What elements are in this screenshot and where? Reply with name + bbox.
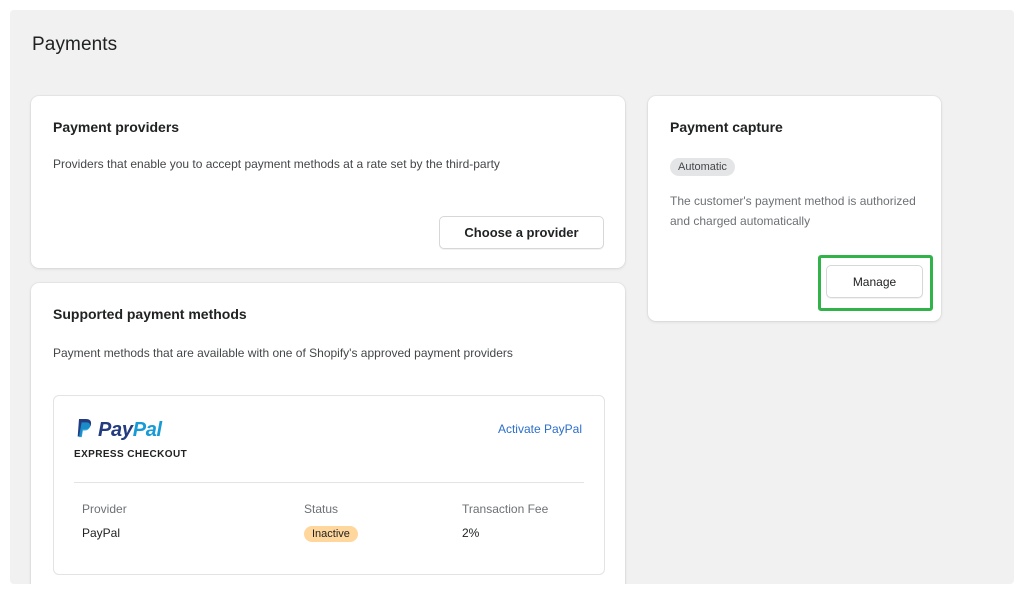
- payments-settings-page: Payments Payment providers Providers tha…: [10, 10, 1014, 584]
- supported-methods-title: Supported payment methods: [53, 306, 247, 322]
- capture-mode-badge: Automatic: [670, 158, 735, 176]
- paypal-wordmark: PayPal: [98, 419, 162, 441]
- paypal-fee-column: Transaction Fee 2%: [462, 502, 548, 540]
- transaction-fee-label: Transaction Fee: [462, 502, 549, 516]
- paypal-method-panel: PayPal EXPRESS CHECKOUT Activate PayPal …: [53, 395, 605, 575]
- paypal-status-column: Status Inactive: [304, 502, 358, 542]
- payment-capture-description: The customer's payment method is authori…: [670, 194, 916, 228]
- activate-paypal-link[interactable]: Activate PayPal: [498, 422, 582, 436]
- supported-methods-description: Payment methods that are available with …: [53, 346, 513, 360]
- transaction-fee-value: 2%: [462, 526, 480, 540]
- supported-payment-methods-card: Supported payment methods Payment method…: [31, 283, 625, 584]
- page-title: Payments: [32, 34, 118, 55]
- payment-providers-card: Payment providers Providers that enable …: [31, 96, 625, 268]
- paypal-provider-column: Provider PayPal: [82, 502, 127, 540]
- choose-provider-button[interactable]: Choose a provider: [439, 216, 604, 249]
- payment-providers-title: Payment providers: [53, 119, 180, 135]
- paypal-logo-icon: [76, 418, 92, 443]
- provider-label: Provider: [82, 502, 127, 516]
- manage-capture-button[interactable]: Manage: [826, 265, 923, 298]
- paypal-divider: [74, 482, 584, 483]
- provider-value: PayPal: [82, 526, 121, 540]
- payment-providers-description: Providers that enable you to accept paym…: [53, 157, 500, 171]
- status-label: Status: [304, 502, 339, 516]
- paypal-express-checkout-label: EXPRESS CHECKOUT: [74, 449, 188, 460]
- status-badge: Inactive: [304, 526, 358, 542]
- paypal-logo: PayPal: [76, 418, 162, 443]
- payment-capture-card: Payment capture Automatic The customer's…: [648, 96, 941, 321]
- payment-capture-title: Payment capture: [670, 119, 783, 135]
